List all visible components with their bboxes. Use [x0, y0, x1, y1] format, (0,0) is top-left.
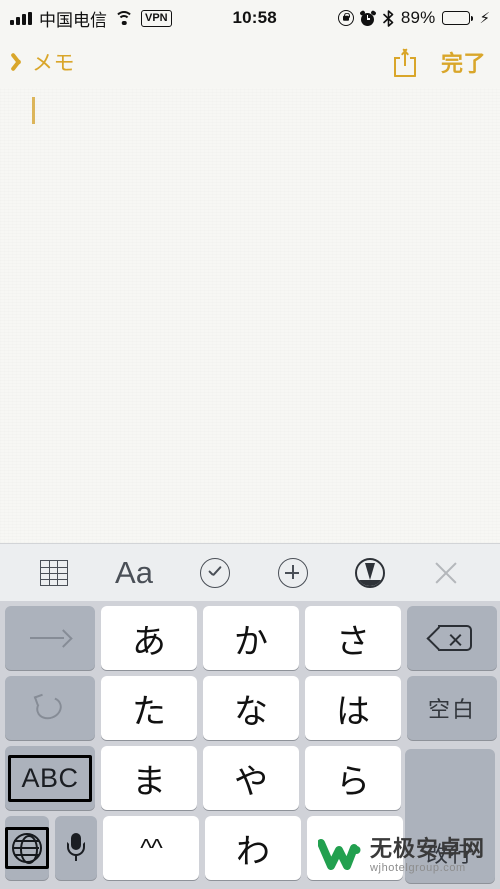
key-sa[interactable]: さ: [305, 606, 401, 670]
key-kaomoji-label: ^^: [140, 833, 162, 862]
abc-keyboard-key[interactable]: ABC: [5, 746, 95, 810]
key-punctuation[interactable]: [307, 816, 403, 880]
status-bar-center: 10:58: [172, 8, 338, 28]
abc-key-label: ABC: [21, 762, 79, 793]
key-ta[interactable]: た: [101, 676, 197, 740]
phone-screen: 中国电信 VPN 10:58 89% ⚡ メモ 完了 Aa あ か さ た な …: [0, 0, 500, 889]
table-icon[interactable]: [39, 559, 68, 586]
key-na[interactable]: な: [203, 676, 299, 740]
undo-arrow-icon: [33, 693, 67, 723]
key-ha[interactable]: は: [305, 676, 401, 740]
return-key[interactable]: 改行: [405, 749, 495, 883]
delete-backspace-icon: [426, 623, 474, 653]
note-toolbar: Aa: [0, 543, 500, 601]
return-key-label: 改行: [425, 842, 474, 867]
next-candidate-key[interactable]: [5, 606, 95, 670]
microphone-icon: [66, 833, 86, 863]
space-key-label: 空白: [427, 697, 476, 722]
key-ya[interactable]: や: [203, 746, 299, 810]
carrier-label: 中国电信: [39, 10, 107, 30]
note-text-area[interactable]: [0, 88, 500, 543]
globe-focus-ring: [5, 827, 49, 869]
done-button[interactable]: 完了: [441, 46, 486, 78]
rotation-lock-icon: [337, 10, 354, 26]
status-bar: 中国电信 VPN 10:58 89% ⚡: [0, 0, 500, 36]
add-attachment-icon[interactable]: [277, 557, 308, 588]
status-bar-right: 89% ⚡: [337, 8, 490, 28]
status-bar-left: 中国电信 VPN: [10, 6, 172, 31]
undo-key[interactable]: [5, 676, 95, 740]
text-format-label: Aa: [115, 555, 153, 590]
navigation-bar: メモ 完了: [0, 36, 500, 88]
keyboard-row-2: た な は 空白: [5, 676, 497, 740]
clock-label: 10:58: [232, 8, 277, 27]
abc-focus-ring: ABC: [8, 754, 92, 802]
key-ka[interactable]: か: [203, 606, 299, 670]
japanese-kana-keyboard: あ か さ た な は 空白 ABC ま や ら ^^ わ 改行: [0, 601, 500, 889]
back-button[interactable]: メモ: [14, 47, 75, 77]
key-ra[interactable]: ら: [305, 746, 401, 810]
key-wa[interactable]: わ: [205, 816, 301, 880]
key-a[interactable]: あ: [101, 606, 197, 670]
key-kaomoji[interactable]: ^^: [103, 816, 199, 880]
vpn-badge: VPN: [141, 9, 172, 27]
wifi-icon: [114, 10, 134, 26]
key-ma[interactable]: ま: [101, 746, 197, 810]
dictation-key[interactable]: [55, 816, 97, 880]
text-cursor: [32, 97, 35, 124]
signal-bars-icon: [10, 11, 32, 25]
delete-key[interactable]: [407, 606, 497, 670]
alarm-clock-icon: [359, 9, 378, 26]
globe-icon: [12, 833, 42, 865]
navigation-bar-right: 完了: [393, 46, 486, 78]
key-wa-label: わ: [236, 832, 270, 871]
battery-percent-label: 89%: [400, 8, 436, 27]
arrow-right-icon: [30, 629, 70, 647]
space-key[interactable]: 空白: [407, 676, 497, 740]
keyboard-row-1: あ か さ: [5, 606, 497, 670]
globe-language-key[interactable]: [5, 816, 49, 880]
back-button-label: メモ: [32, 52, 75, 75]
bluetooth-icon: [383, 9, 394, 27]
battery-icon: [442, 11, 474, 25]
text-format-icon[interactable]: Aa: [115, 557, 153, 588]
charging-bolt-icon: ⚡: [479, 9, 490, 27]
chevron-left-icon: [14, 50, 27, 74]
close-icon[interactable]: [432, 559, 460, 587]
share-icon[interactable]: [393, 47, 417, 77]
checklist-icon[interactable]: [200, 557, 231, 588]
markup-pen-icon[interactable]: [354, 557, 385, 588]
